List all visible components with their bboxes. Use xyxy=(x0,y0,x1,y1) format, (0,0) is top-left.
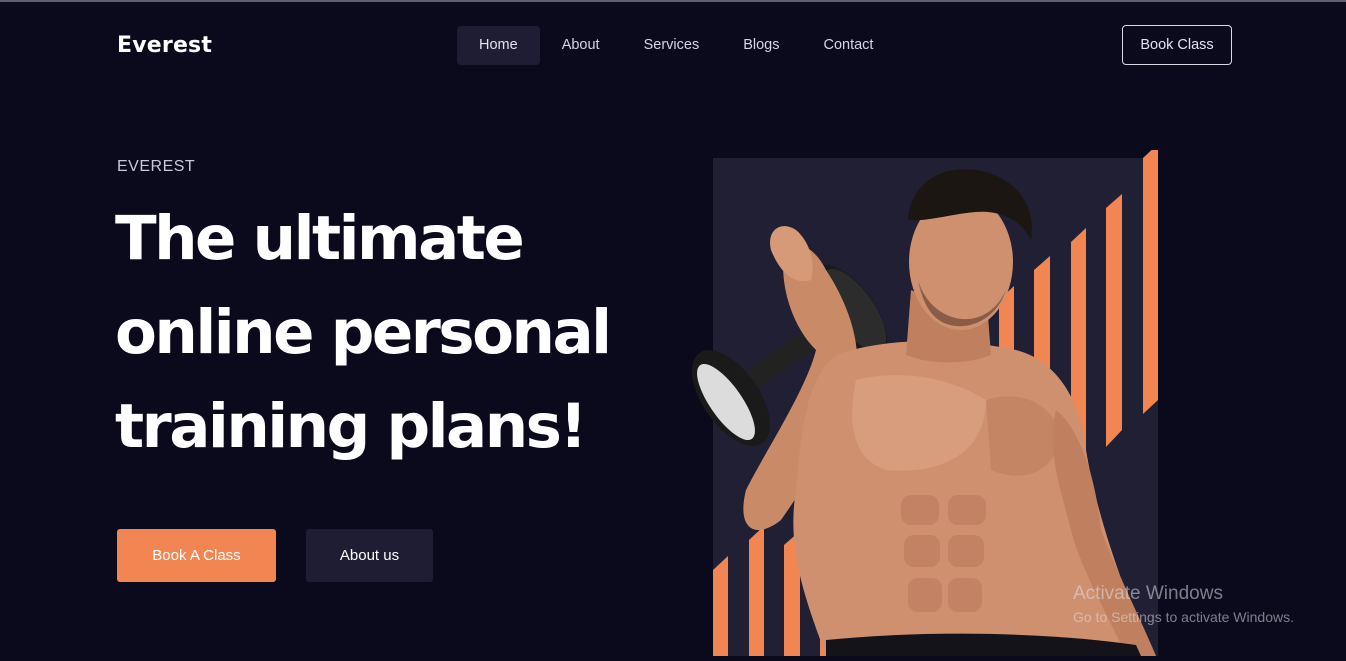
watermark-subtitle: Go to Settings to activate Windows. xyxy=(1073,609,1294,625)
nav-item-home[interactable]: Home xyxy=(457,26,540,65)
fitness-man-dumbbell-icon xyxy=(691,144,1158,656)
nav-item-services[interactable]: Services xyxy=(622,26,722,65)
brand-logo[interactable]: Everest xyxy=(117,33,212,58)
hero-headline-line: online personal xyxy=(115,297,612,368)
watermark-title: Activate Windows xyxy=(1073,583,1223,604)
browser-top-border xyxy=(0,0,1346,2)
main-nav: Home About Services Blogs Contact xyxy=(457,26,895,65)
hero-headline: The ultimate online personal training pl… xyxy=(115,192,695,474)
about-us-button[interactable]: About us xyxy=(306,529,433,582)
nav-item-about[interactable]: About xyxy=(540,26,622,65)
book-class-button[interactable]: Book Class xyxy=(1122,25,1232,65)
hero-image xyxy=(686,144,1181,656)
hero-headline-line: training plans! xyxy=(115,391,587,462)
hero-headline-line: The ultimate xyxy=(115,203,525,274)
book-a-class-button[interactable]: Book A Class xyxy=(117,529,276,582)
hero-eyebrow: EVEREST xyxy=(117,158,196,175)
nav-item-contact[interactable]: Contact xyxy=(801,26,895,65)
windows-activation-watermark: Activate Windows Go to Settings to activ… xyxy=(1073,583,1294,625)
nav-item-blogs[interactable]: Blogs xyxy=(721,26,801,65)
